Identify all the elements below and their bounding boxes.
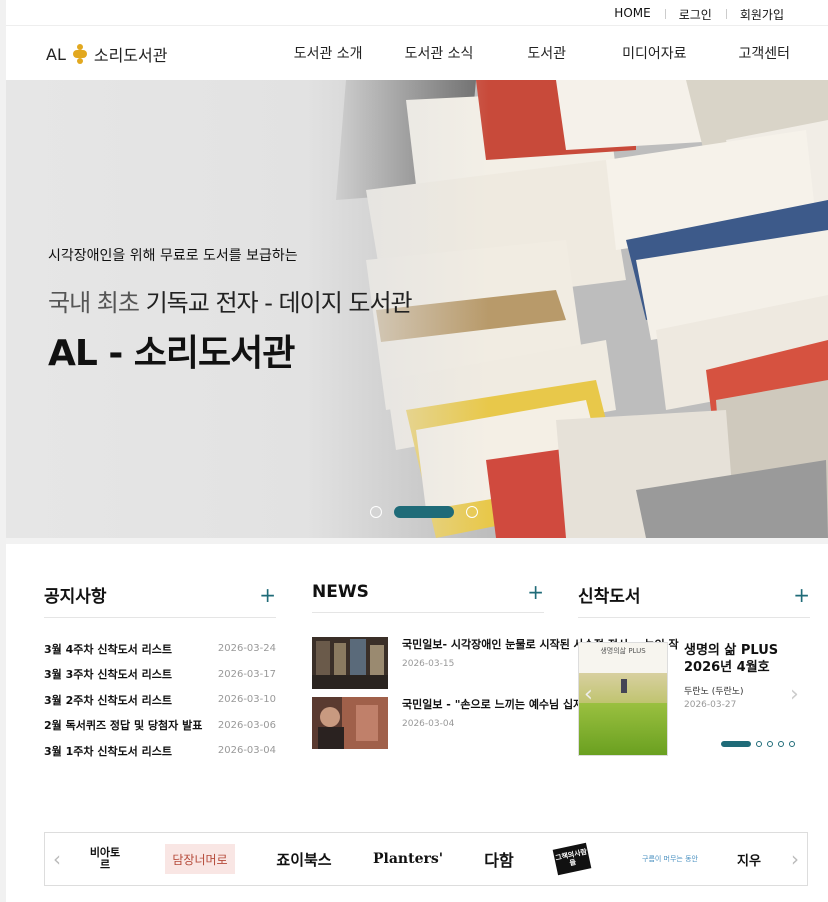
hero-dot-2[interactable] bbox=[394, 506, 454, 518]
newbooks-header: 신착도서 + bbox=[578, 582, 810, 618]
site-logo[interactable]: AL 소리도서관 bbox=[46, 42, 167, 66]
hero-title: AL - 소리도서관 bbox=[48, 333, 295, 374]
signup-link[interactable]: 회원가입 bbox=[725, 6, 798, 23]
book-next-icon[interactable]: › bbox=[790, 682, 799, 707]
news-header: NEWS + bbox=[312, 582, 544, 613]
logo-prefix: AL bbox=[46, 44, 66, 64]
hero-headline-rest: 기독교 전자 - 데이지 도서관 bbox=[138, 289, 413, 317]
hero-text: 시각장애인을 위해 무료로 도서를 보급하는 국내 최초 기독교 전자 - 데이… bbox=[48, 245, 413, 376]
partner-logo[interactable]: 비아토르 bbox=[85, 833, 125, 885]
notice-item-date: 2026-03-10 bbox=[217, 694, 276, 706]
newbooks-section: 신착도서 + 생명의삶 PLUS 생명의 삶 PLUS 2026년 4월호 두란… bbox=[578, 582, 810, 782]
hero-banner: 시각장애인을 위해 무료로 도서를 보급하는 국내 최초 기독교 전자 - 데이… bbox=[6, 80, 828, 538]
partner-logo[interactable]: 지우 bbox=[729, 833, 769, 885]
book-pagination bbox=[721, 741, 795, 747]
news-thumbnail-image bbox=[312, 697, 388, 749]
news-thumbnail-image bbox=[312, 637, 388, 689]
notice-item-date: 2026-03-04 bbox=[217, 745, 276, 757]
notice-item-title: 3월 3주차 신착도서 리스트 bbox=[44, 668, 172, 682]
partner-prev-icon[interactable]: ‹ bbox=[53, 847, 61, 871]
notice-header: 공지사항 + bbox=[44, 582, 276, 618]
utility-links: HOME 로그인 회원가입 bbox=[600, 6, 798, 23]
book-dot-5[interactable] bbox=[789, 741, 795, 747]
book-dot-3[interactable] bbox=[767, 741, 773, 747]
hero-divider bbox=[6, 538, 828, 544]
header: AL 소리도서관 도서관 소개 도서관 소식 도서관 미디어자료 고객센터 bbox=[6, 26, 828, 80]
page: HOME 로그인 회원가입 AL 소리도서관 도서관 소개 도서관 소식 도서관… bbox=[0, 0, 828, 902]
notice-item-title: 2월 독서퀴즈 정답 및 당첨자 발표 bbox=[44, 719, 203, 733]
book-dot-1[interactable] bbox=[721, 741, 751, 747]
home-link[interactable]: HOME bbox=[600, 6, 664, 23]
partner-logo[interactable]: 담장너머로 bbox=[165, 844, 235, 874]
notice-title: 공지사항 bbox=[44, 587, 107, 607]
book-dot-2[interactable] bbox=[756, 741, 762, 747]
login-link[interactable]: 로그인 bbox=[664, 6, 726, 23]
nav-media[interactable]: 미디어자료 bbox=[622, 43, 686, 63]
list-item[interactable]: 2월 독서퀴즈 정답 및 당첨자 발표 2026-03-06 bbox=[44, 713, 276, 739]
newbook-card[interactable]: 생명의삶 PLUS 생명의 삶 PLUS 2026년 4월호 두란노 (두란노)… bbox=[578, 642, 810, 756]
list-item[interactable]: 3월 3주차 신착도서 리스트 2026-03-17 bbox=[44, 662, 276, 688]
partner-logo[interactable]: Planters' bbox=[373, 833, 443, 885]
hero-dot-1[interactable] bbox=[370, 506, 382, 518]
partner-logo[interactable]: 구름이 머무는 동안 bbox=[635, 833, 705, 885]
hero-pagination bbox=[370, 506, 478, 518]
hero-dot-3[interactable] bbox=[466, 506, 478, 518]
utility-bar: HOME 로그인 회원가입 bbox=[6, 0, 828, 26]
nav-library[interactable]: 도서관 bbox=[527, 43, 566, 63]
nav-about[interactable]: 도서관 소개 bbox=[294, 43, 363, 63]
partner-next-icon[interactable]: › bbox=[791, 847, 799, 871]
newbooks-more-icon[interactable]: + bbox=[793, 585, 810, 605]
list-item[interactable]: 3월 4주차 신착도서 리스트 2026-03-24 bbox=[44, 636, 276, 662]
notice-item-date: 2026-03-24 bbox=[217, 643, 276, 655]
notice-item-title: 3월 4주차 신착도서 리스트 bbox=[44, 642, 172, 656]
main-nav: 도서관 소개 도서관 소식 도서관 미디어자료 고객센터 bbox=[294, 43, 790, 63]
news-more-icon[interactable]: + bbox=[527, 582, 544, 602]
notice-item-title: 3월 1주차 신착도서 리스트 bbox=[44, 744, 172, 758]
notice-more-icon[interactable]: + bbox=[259, 585, 276, 605]
notice-list: 3월 4주차 신착도서 리스트 2026-03-24 3월 3주차 신착도서 리스… bbox=[44, 636, 276, 764]
hero-subtitle: 시각장애인을 위해 무료로 도서를 보급하는 bbox=[48, 248, 298, 264]
notice-item-date: 2026-03-06 bbox=[217, 719, 276, 731]
book-prev-icon[interactable]: ‹ bbox=[584, 682, 593, 707]
book-title: 생명의 삶 PLUS 2026년 4월호 bbox=[684, 643, 779, 675]
partner-logo[interactable]: 죠이북스 bbox=[269, 833, 339, 885]
notice-item-title: 3월 2주차 신착도서 리스트 bbox=[44, 693, 172, 707]
logo-mark-icon bbox=[70, 44, 90, 64]
nav-news[interactable]: 도서관 소식 bbox=[405, 43, 474, 63]
partner-logo[interactable]: 그책의사람들 bbox=[552, 842, 592, 876]
nav-support[interactable]: 고객센터 bbox=[738, 43, 790, 63]
book-dot-4[interactable] bbox=[778, 741, 784, 747]
newbooks-title: 신착도서 bbox=[578, 587, 641, 607]
partner-logo[interactable]: 다함 bbox=[469, 833, 529, 885]
partner-carousel: ‹ 비아토르 담장너머로 죠이북스 Planters' 다함 그책의사람들 구름… bbox=[44, 832, 808, 886]
list-item[interactable]: 3월 1주차 신착도서 리스트 2026-03-04 bbox=[44, 738, 276, 764]
logo-name: 소리도서관 bbox=[93, 46, 168, 65]
notice-item-date: 2026-03-17 bbox=[217, 668, 276, 680]
hero-headline: 국내 최초 기독교 전자 - 데이지 도서관 bbox=[48, 283, 413, 318]
news-title: NEWS bbox=[312, 582, 369, 602]
hero-headline-highlight: 국내 최초 bbox=[48, 289, 140, 317]
list-item[interactable]: 3월 2주차 신착도서 리스트 2026-03-10 bbox=[44, 687, 276, 713]
notice-section: 공지사항 + 3월 4주차 신착도서 리스트 2026-03-24 3월 3주차 … bbox=[44, 582, 276, 764]
